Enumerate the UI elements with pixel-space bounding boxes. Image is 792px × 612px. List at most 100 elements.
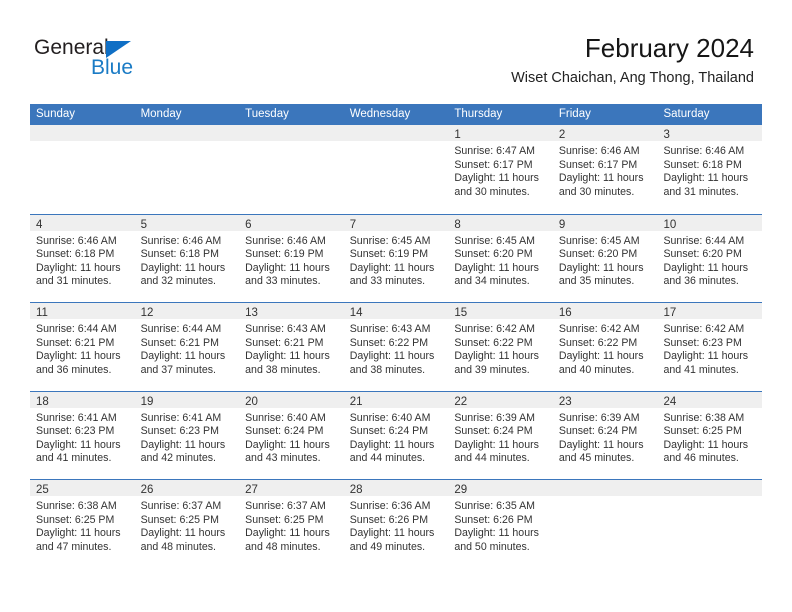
sunset-text: Sunset: 6:25 PM [140, 513, 219, 526]
day-details: Sunrise: 6:45 AM Sunset: 6:20 PM Daylight:… [553, 231, 658, 289]
calendar-day-cell[interactable]: 16 Sunrise: 6:42 AM Sunset: 6:22 PM Dayligh… [552, 303, 658, 391]
calendar-week-row: 25 Sunrise: 6:38 AM Sunset: 6:25 PM Dayligh… [30, 479, 763, 568]
day-number-band [134, 125, 240, 141]
day-details: Sunrise: 6:38 AM Sunset: 6:25 PM Daylight:… [657, 408, 762, 466]
calendar-day-cell[interactable]: 26 Sunrise: 6:37 AM Sunset: 6:25 PM Dayligh… [134, 480, 240, 568]
calendar-day-cell[interactable]: 10 Sunrise: 6:44 AM Sunset: 6:20 PM Dayligh… [657, 214, 763, 303]
sunrise-text: Sunrise: 6:38 AM [663, 411, 745, 424]
sunrise-text: Sunrise: 6:45 AM [454, 234, 535, 247]
calendar-day-cell[interactable]: 23 Sunrise: 6:39 AM Sunset: 6:24 PM Dayligh… [552, 391, 658, 480]
daylight-text-line2: and 39 minutes. [454, 363, 530, 376]
daylight-text-line2: and 47 minutes. [36, 540, 112, 553]
day-number-band: 10 [657, 214, 763, 231]
day-details [657, 496, 762, 500]
calendar-day-cell[interactable]: 5 Sunrise: 6:46 AM Sunset: 6:18 PM Daylight… [134, 214, 240, 303]
calendar-day-cell[interactable]: 24 Sunrise: 6:38 AM Sunset: 6:25 PM Dayligh… [657, 391, 763, 480]
daylight-text-line2: and 30 minutes. [558, 185, 635, 198]
day-details [344, 141, 449, 145]
daylight-text-line1: Daylight: 11 hours [349, 261, 435, 274]
day-details: Sunrise: 6:46 AM Sunset: 6:19 PM Daylight:… [239, 231, 344, 289]
daylight-text-line2: and 42 minutes. [140, 452, 216, 465]
sunset-text: Sunset: 6:17 PM [558, 158, 638, 171]
day-number: 27 [245, 484, 258, 496]
daylight-text-line1: Daylight: 11 hours [349, 438, 435, 451]
sunrise-text: Sunrise: 6:46 AM [663, 145, 745, 157]
day-number: 3 [663, 129, 670, 141]
day-number: 14 [349, 307, 363, 319]
sunset-text: Sunset: 6:23 PM [36, 425, 115, 438]
calendar-day-cell[interactable]: 6 Sunrise: 6:46 AM Sunset: 6:19 PM Daylight… [239, 214, 344, 303]
day-number: 15 [454, 307, 468, 319]
day-number-band: 29 [448, 480, 553, 496]
calendar-day-cell[interactable]: 13 Sunrise: 6:43 AM Sunset: 6:21 PM Dayligh… [239, 303, 344, 391]
sunset-text: Sunset: 6:24 PM [349, 425, 429, 438]
calendar-day-cell[interactable]: 20 Sunrise: 6:40 AM Sunset: 6:24 PM Dayligh… [239, 391, 344, 480]
day-number-band [239, 125, 344, 141]
sunrise-text: Sunrise: 6:44 AM [36, 323, 117, 335]
day-number-band: 17 [657, 303, 763, 319]
day-number-band: 14 [343, 303, 449, 319]
calendar-day-cell[interactable]: 4 Sunrise: 6:46 AM Sunset: 6:18 PM Daylight… [30, 214, 135, 303]
sunrise-text: Sunrise: 6:42 AM [454, 323, 535, 335]
calendar-day-cell[interactable]: 9 Sunrise: 6:45 AM Sunset: 6:20 PM Daylight… [552, 214, 658, 303]
day-number-band: 26 [134, 480, 240, 496]
daylight-text-line2: and 38 minutes. [349, 363, 426, 376]
calendar-day-cell[interactable]: 18 Sunrise: 6:41 AM Sunset: 6:23 PM Dayligh… [30, 391, 135, 480]
daylight-text-line1: Daylight: 11 hours [140, 350, 226, 363]
calendar-day-cell[interactable]: 7 Sunrise: 6:45 AM Sunset: 6:19 PM Daylight… [343, 214, 449, 303]
calendar-day-cell[interactable]: 19 Sunrise: 6:41 AM Sunset: 6:23 PM Dayligh… [134, 391, 240, 480]
page-title: February 2024 [584, 33, 754, 63]
day-number: 23 [558, 395, 572, 408]
daylight-text-line1: Daylight: 11 hours [663, 438, 749, 451]
general-blue-logo[interactable]: General Blue [34, 36, 214, 84]
calendar-day-cell-empty [552, 480, 658, 568]
day-number: 5 [140, 218, 147, 231]
calendar-day-cell[interactable]: 27 Sunrise: 6:37 AM Sunset: 6:25 PM Dayligh… [239, 480, 344, 568]
calendar-day-cell[interactable]: 21 Sunrise: 6:40 AM Sunset: 6:24 PM Dayligh… [343, 391, 449, 480]
calendar-day-cell[interactable]: 15 Sunrise: 6:42 AM Sunset: 6:22 PM Dayligh… [448, 303, 553, 391]
daylight-text-line1: Daylight: 11 hours [245, 350, 330, 363]
day-details: Sunrise: 6:38 AM Sunset: 6:25 PM Daylight:… [30, 496, 135, 554]
calendar-day-cell[interactable]: 22 Sunrise: 6:39 AM Sunset: 6:24 PM Dayligh… [448, 391, 553, 480]
day-number: 17 [663, 307, 677, 319]
daylight-text-line1: Daylight: 11 hours [349, 350, 435, 363]
sunset-text: Sunset: 6:23 PM [140, 425, 219, 438]
weekday-header-row: Sunday Monday Tuesday Wednesday Thursday Frid… [30, 104, 762, 125]
day-details [30, 141, 135, 145]
day-details [239, 141, 344, 145]
daylight-text-line2: and 37 minutes. [140, 363, 216, 376]
weekday-header-sunday: Sunday [36, 108, 76, 120]
day-details: Sunrise: 6:41 AM Sunset: 6:23 PM Daylight:… [30, 408, 135, 466]
daylight-text-line2: and 46 minutes. [663, 452, 739, 465]
day-number: 13 [245, 307, 258, 319]
calendar-day-cell[interactable]: 14 Sunrise: 6:43 AM Sunset: 6:22 PM Dayligh… [343, 303, 449, 391]
calendar-page: General Blue February 2024 Wiset Chaicha… [0, 0, 792, 612]
calendar-day-cell[interactable]: 2 Sunrise: 6:46 AM Sunset: 6:17 PM Daylight… [552, 125, 658, 214]
day-details: Sunrise: 6:36 AM Sunset: 6:26 PM Daylight:… [344, 496, 449, 554]
sunset-text: Sunset: 6:26 PM [349, 513, 429, 526]
calendar-day-cell[interactable]: 12 Sunrise: 6:44 AM Sunset: 6:21 PM Dayligh… [134, 303, 240, 391]
daylight-text-line1: Daylight: 11 hours [454, 350, 539, 363]
weekday-header-thursday: Thursday [454, 108, 503, 120]
calendar-day-cell[interactable]: 25 Sunrise: 6:38 AM Sunset: 6:25 PM Dayligh… [30, 480, 135, 568]
calendar-day-cell[interactable]: 29 Sunrise: 6:35 AM Sunset: 6:26 PM Dayligh… [448, 480, 553, 568]
calendar-day-cell[interactable]: 3 Sunrise: 6:46 AM Sunset: 6:18 PM Daylight… [657, 125, 763, 214]
calendar-day-cell[interactable]: 28 Sunrise: 6:36 AM Sunset: 6:26 PM Dayligh… [343, 480, 449, 568]
sunrise-text: Sunrise: 6:38 AM [36, 500, 117, 512]
sunrise-text: Sunrise: 6:43 AM [245, 323, 326, 335]
daylight-text-line1: Daylight: 11 hours [454, 438, 539, 451]
sunrise-text: Sunrise: 6:41 AM [36, 411, 117, 424]
sunrise-text: Sunrise: 6:44 AM [663, 234, 745, 247]
daylight-text-line2: and 33 minutes. [349, 275, 426, 288]
day-number: 29 [454, 484, 468, 496]
page-subtitle: Wiset Chaichan, Ang Thong, Thailand [511, 70, 754, 86]
day-details: Sunrise: 6:43 AM Sunset: 6:21 PM Daylight:… [239, 319, 344, 377]
calendar-day-cell[interactable]: 1 Sunrise: 6:47 AM Sunset: 6:17 PM Daylight… [448, 125, 553, 214]
sunset-text: Sunset: 6:21 PM [140, 336, 219, 349]
calendar-day-cell[interactable]: 11 Sunrise: 6:44 AM Sunset: 6:21 PM Dayligh… [30, 303, 135, 391]
calendar-day-cell[interactable]: 8 Sunrise: 6:45 AM Sunset: 6:20 PM Daylight… [448, 214, 553, 303]
day-details: Sunrise: 6:41 AM Sunset: 6:23 PM Daylight:… [135, 408, 240, 466]
daylight-text-line2: and 50 minutes. [454, 540, 530, 553]
daylight-text-line1: Daylight: 11 hours [36, 438, 121, 451]
calendar-day-cell[interactable]: 17 Sunrise: 6:42 AM Sunset: 6:23 PM Dayligh… [657, 303, 763, 391]
